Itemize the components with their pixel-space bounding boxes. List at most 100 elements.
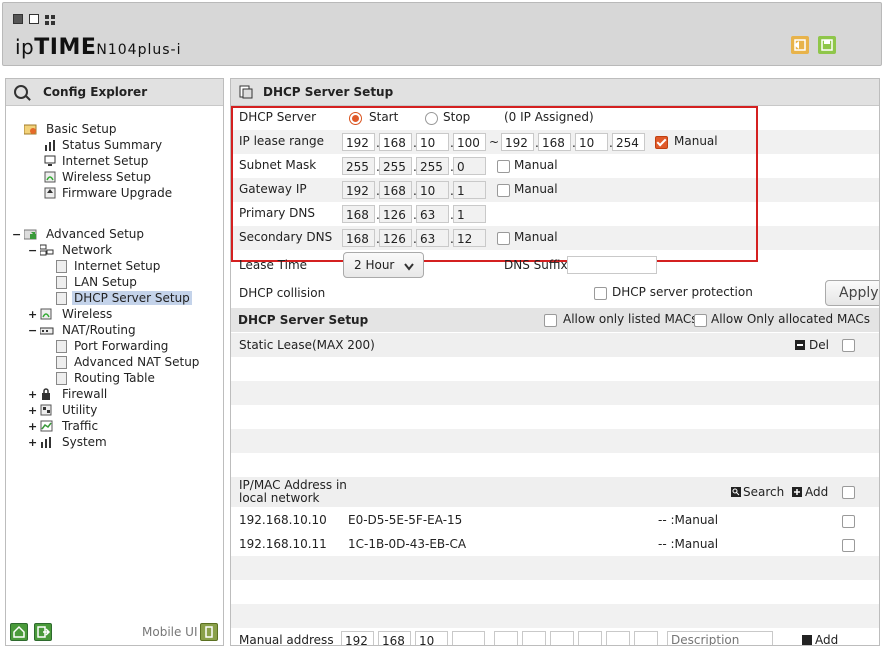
manual-mac-5[interactable] <box>606 631 630 645</box>
tree-dhcp-server-setup[interactable]: DHCP Server Setup <box>56 290 192 306</box>
mac-list-label-line2: local network <box>239 491 320 505</box>
row-mac: 1C-1B-0D-43-EB-CA <box>348 537 467 551</box>
add-label[interactable]: Add <box>805 485 828 499</box>
add-icon[interactable] <box>802 635 812 645</box>
home-icon[interactable] <box>10 623 28 641</box>
static-lease-row <box>231 453 879 477</box>
app-header: ipTIMEN104plus-i <box>2 2 882 66</box>
table-row <box>231 604 879 628</box>
manual-mac-4[interactable] <box>578 631 602 645</box>
manual-mac-6[interactable] <box>634 631 658 645</box>
description-input[interactable] <box>667 631 773 645</box>
allow-listed-macs-checkbox[interactable] <box>544 314 557 327</box>
window-icon[interactable] <box>13 14 23 24</box>
tree-nat-routing[interactable]: NAT/Routing <box>39 322 136 338</box>
tree-internet-setup[interactable]: Internet Setup <box>44 153 148 169</box>
manual-mac-2[interactable] <box>522 631 546 645</box>
dns-suffix-input[interactable] <box>567 256 657 274</box>
manual-mac-3[interactable] <box>550 631 574 645</box>
mac-list-label-line1: IP/MAC Address in <box>239 478 347 492</box>
mac-list-header: IP/MAC Address in local network Search A… <box>231 477 879 507</box>
delete-icon[interactable] <box>795 340 805 350</box>
search-label[interactable]: Search <box>743 485 784 499</box>
manual-mac-1[interactable] <box>494 631 518 645</box>
tree-label: Wireless Setup <box>62 170 151 184</box>
tree-label: Internet Setup <box>62 154 149 168</box>
tree-network-internet-setup[interactable]: Internet Setup <box>56 258 160 274</box>
expand-icon[interactable]: + <box>28 309 37 320</box>
lease-time-row: Lease Time 2 Hour DNS Suffix <box>231 252 879 278</box>
tree-label: Status Summary <box>62 138 163 152</box>
expand-icon[interactable]: + <box>28 405 37 416</box>
row-type: -- :Manual <box>658 537 719 551</box>
manual-ip-octet-1[interactable]: 192 <box>341 631 374 645</box>
row-checkbox[interactable] <box>842 539 855 552</box>
dhcp-protection-checkbox[interactable] <box>594 287 607 300</box>
row-mac: E0-D5-5E-5F-EA-15 <box>348 513 463 527</box>
table-row <box>231 556 879 580</box>
mobile-ui-label[interactable]: Mobile UI <box>142 625 198 639</box>
tree-label: Internet Setup <box>74 259 161 273</box>
allow-allocated-macs-label: Allow Only allocated MACs <box>711 312 870 326</box>
mac-list-select-all[interactable] <box>842 486 855 499</box>
dhcp-setup-section-header: DHCP Server Setup Allow only listed MACs… <box>231 308 879 332</box>
collapse-icon[interactable]: − <box>12 229 21 240</box>
maximize-icon[interactable] <box>29 14 39 24</box>
grid-icon[interactable] <box>45 14 55 25</box>
page-icon <box>56 260 67 273</box>
tree-network[interactable]: Network <box>39 242 113 258</box>
page-title: DHCP Server Setup <box>263 85 394 99</box>
manual-ip-octet-4[interactable] <box>452 631 485 645</box>
expand-icon[interactable]: + <box>28 437 37 448</box>
manual-add-label[interactable]: Add <box>815 633 838 645</box>
folder-icon <box>23 123 37 135</box>
row-ip: 192.168.10.10 <box>239 513 327 527</box>
tree-status-summary[interactable]: Status Summary <box>44 137 162 153</box>
collapse-icon[interactable]: − <box>28 245 37 256</box>
tree-lan-setup[interactable]: LAN Setup <box>56 274 137 290</box>
tree-routing-table[interactable]: Routing Table <box>56 370 155 386</box>
tree-label: Network <box>62 243 113 257</box>
table-row[interactable]: 192.168.10.11 1C-1B-0D-43-EB-CA -- :Manu… <box>231 532 879 556</box>
folder-icon <box>23 228 37 240</box>
tree-wireless-setup[interactable]: Wireless Setup <box>44 169 151 185</box>
search-icon[interactable] <box>731 487 741 497</box>
sidebar-header: Config Explorer <box>6 79 223 106</box>
undo-icon[interactable] <box>791 36 809 54</box>
manual-ip-octet-3[interactable]: 10 <box>415 631 448 645</box>
tree-advanced-nat[interactable]: Advanced NAT Setup <box>56 354 199 370</box>
static-lease-select-all[interactable] <box>842 339 855 352</box>
table-row[interactable]: 192.168.10.10 E0-D5-5E-5F-EA-15 -- :Manu… <box>231 508 879 532</box>
collapse-icon[interactable]: − <box>28 325 37 336</box>
allow-allocated-macs-checkbox[interactable] <box>694 314 707 327</box>
page-settings-icon <box>239 85 253 102</box>
manual-address-row: Manual address 192 168 10 Add <box>231 630 879 645</box>
add-icon[interactable] <box>792 487 802 497</box>
tree-firewall[interactable]: Firewall <box>40 386 107 402</box>
row-checkbox[interactable] <box>842 515 855 528</box>
tree-basic-setup[interactable]: Basic Setup <box>23 121 117 137</box>
tree-firmware-upgrade[interactable]: Firmware Upgrade <box>44 185 172 201</box>
logout-icon[interactable] <box>34 623 52 641</box>
tree-wireless[interactable]: Wireless <box>40 306 112 322</box>
delete-label[interactable]: Del <box>809 338 829 352</box>
tree-port-forwarding[interactable]: Port Forwarding <box>56 338 168 354</box>
expand-icon[interactable]: + <box>28 421 37 432</box>
apply-button[interactable]: Apply <box>825 280 879 306</box>
page-icon <box>56 356 67 369</box>
mac-list-label: IP/MAC Address in local network <box>239 479 347 505</box>
tree-advanced-setup[interactable]: Advanced Setup <box>23 226 144 242</box>
lease-time-select[interactable]: 2 Hour <box>343 252 424 278</box>
monitor-icon <box>44 155 56 167</box>
tree-traffic[interactable]: Traffic <box>40 418 98 434</box>
tree-utility[interactable]: Utility <box>40 402 97 418</box>
wireless-icon <box>40 308 52 320</box>
save-icon[interactable] <box>818 36 836 54</box>
mobile-icon[interactable] <box>200 623 218 641</box>
tree-system[interactable]: System <box>40 434 107 450</box>
apply-label: Apply <box>839 285 879 301</box>
static-lease-row <box>231 429 879 453</box>
manual-ip-octet-2[interactable]: 168 <box>378 631 411 645</box>
tree-label: System <box>62 435 107 449</box>
expand-icon[interactable]: + <box>28 389 37 400</box>
